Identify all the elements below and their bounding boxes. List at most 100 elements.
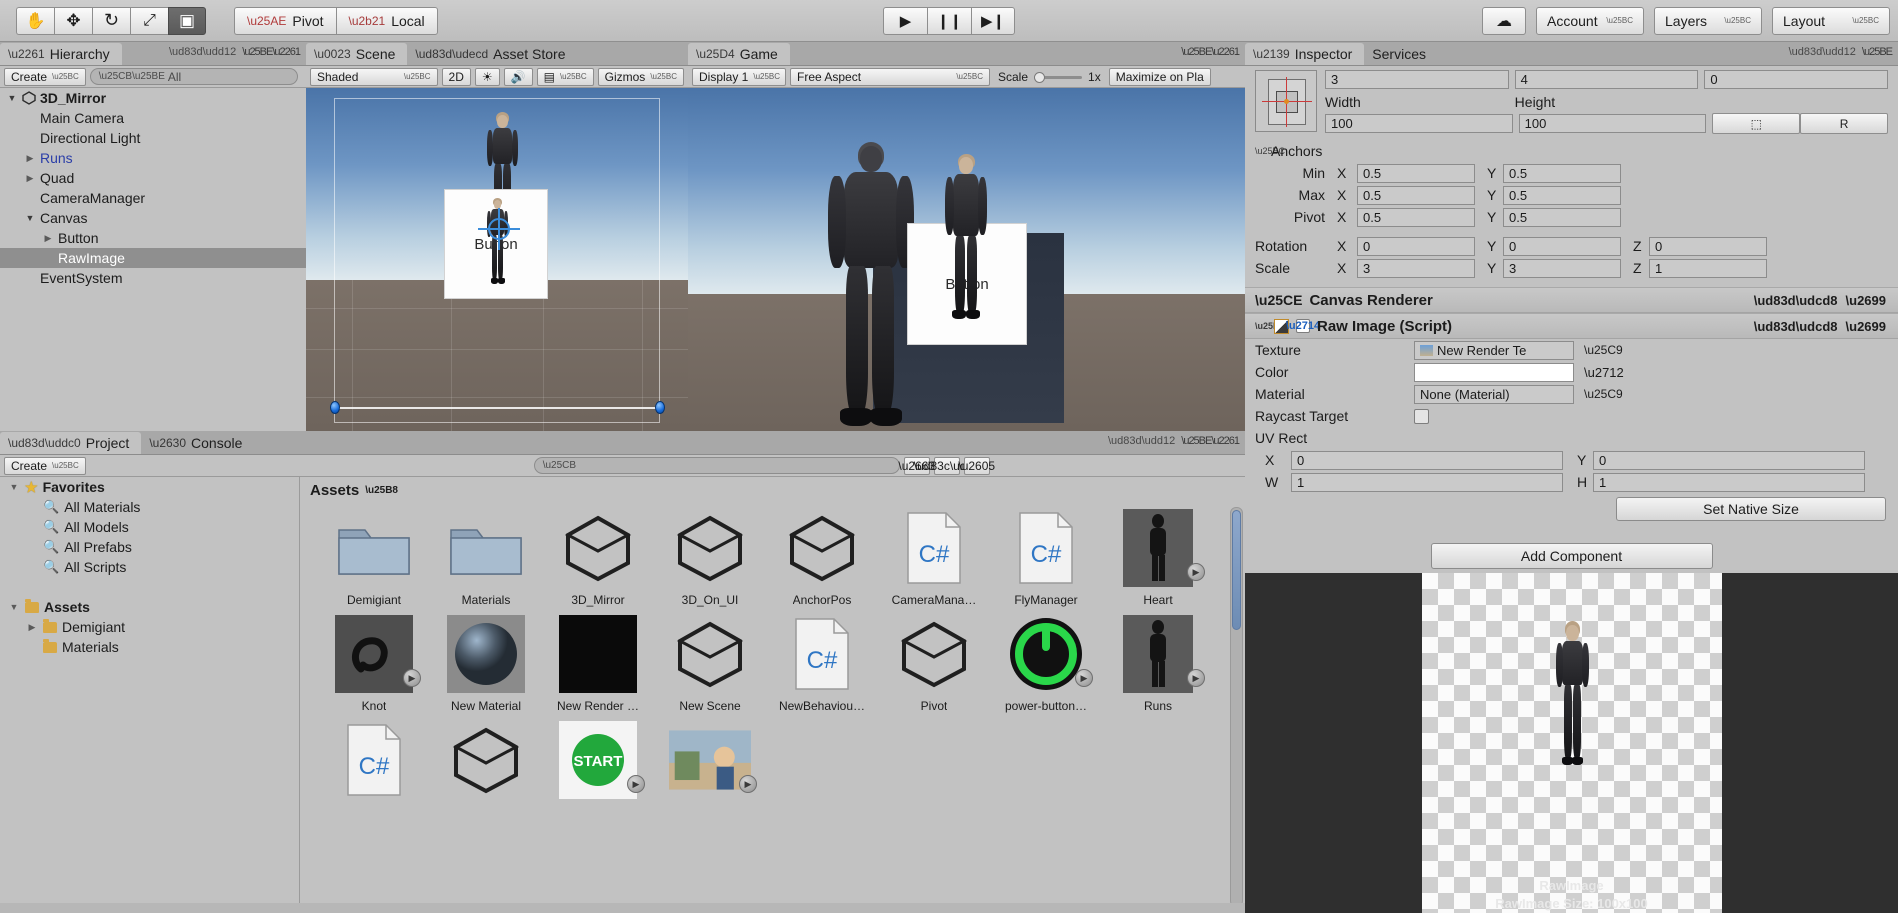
pivot-y-field[interactable]: 0.5 — [1503, 207, 1621, 227]
project-create-button[interactable]: Create \u25BC — [4, 456, 86, 475]
panel-menu-icon[interactable]: \u25BE — [1862, 46, 1893, 58]
rotation-x-field[interactable]: 0 — [1357, 236, 1475, 256]
asset-expand-icon[interactable]: ▶ — [1187, 669, 1205, 687]
hierarchy-item-cameramanager[interactable]: CameraManager — [0, 188, 306, 208]
hierarchy-search-input[interactable]: \u25CB\u25BE All — [89, 68, 298, 85]
tab-asset-store[interactable]: \ud83d\udecd Asset Store — [407, 43, 578, 65]
asset-item[interactable]: Pivot — [878, 613, 990, 713]
hierarchy-item-directional-light[interactable]: Directional Light — [0, 128, 306, 148]
hierarchy-item-button[interactable]: ▶ Button — [0, 228, 306, 248]
raw-image-header[interactable]: \u25BC \u2714 Raw Image (Script) \ud83d\… — [1245, 313, 1898, 339]
favorites-filter-button[interactable]: \u2605 — [958, 456, 995, 475]
foldout-icon[interactable]: \u25BC — [1255, 321, 1286, 331]
eyedropper-icon[interactable]: \u2712 — [1584, 365, 1624, 380]
panel-menu-icon[interactable]: \u25BE\u2261 — [242, 46, 301, 58]
project-search-input[interactable]: \u25CB — [533, 457, 900, 474]
scene-gizmos-dropdown[interactable]: Gizmos \u25BC — [597, 67, 684, 86]
pos-z-field[interactable]: 0 — [1704, 70, 1889, 89]
tab-inspector[interactable]: \u2139 Inspector — [1245, 43, 1365, 65]
scene-fx-dropdown[interactable]: ▤ \u25BC — [536, 67, 594, 86]
width-field[interactable]: 100 — [1325, 114, 1513, 133]
assets-grid[interactable]: Demigiant Materials 3D_Mirror 3D_On_UI Ancho… — [300, 503, 1227, 913]
scene-audio-toggle[interactable]: 🔊 — [503, 67, 533, 86]
toggle-2d-button[interactable]: 2D — [441, 67, 471, 86]
step-button[interactable]: ▶❙ — [971, 6, 1015, 35]
foldout-open-icon[interactable]: ▼ — [8, 482, 20, 492]
foldout-closed-icon[interactable]: ▶ — [24, 153, 36, 164]
asset-item[interactable]: C# CameraMana… — [878, 507, 990, 607]
foldout-closed-icon[interactable]: ▶ — [26, 622, 38, 633]
asset-item[interactable]: 3D_On_UI — [654, 507, 766, 607]
selection-handle-right[interactable] — [655, 401, 665, 414]
hierarchy-item-quad[interactable]: ▶ Quad — [0, 168, 306, 188]
local-toggle-button[interactable]: \u2b21 Local — [335, 6, 438, 35]
raw-edit-mode-button[interactable]: R — [1800, 113, 1889, 134]
gear-icon[interactable]: \u2699 — [1846, 319, 1886, 334]
game-viewport[interactable]: Button — [688, 88, 1245, 431]
asset-expand-icon[interactable]: ▶ — [403, 669, 421, 687]
scale-z-field[interactable]: 1 — [1649, 258, 1767, 278]
add-component-button[interactable]: Add Component — [1430, 543, 1713, 569]
asset-item[interactable]: 3D_Mirror — [542, 507, 654, 607]
scene-viewport[interactable]: Button — [306, 88, 688, 431]
project-browser-pane[interactable]: Assets \u25B8 Demigiant Materials 3D_Mirro… — [300, 477, 1245, 913]
object-picker-icon[interactable]: \u25C9 — [1584, 343, 1623, 357]
uv-w-field[interactable]: 1 — [1291, 472, 1563, 492]
set-native-size-button[interactable]: Set Native Size — [1616, 497, 1886, 521]
project-tree-pane[interactable]: ▼ ★ Favorites 🔍 All Materials 🔍 All Models 🔍 All… — [0, 477, 300, 913]
anchor-preset-widget[interactable] — [1255, 70, 1317, 132]
anchors-foldout[interactable]: \u25BC Anchors — [1245, 140, 1898, 162]
lock-icon[interactable]: \ud83d\udd12 — [1789, 46, 1856, 58]
anchor-min-x-field[interactable]: 0.5 — [1357, 163, 1475, 183]
hierarchy-item-runs[interactable]: ▶ Runs — [0, 148, 306, 168]
play-button[interactable]: ▶ — [883, 6, 927, 35]
maximize-on-play-toggle[interactable]: Maximize on Pla — [1108, 67, 1211, 86]
scale-slider[interactable] — [1034, 71, 1083, 83]
cloud-button[interactable]: ☁ — [1482, 6, 1526, 35]
pause-button[interactable]: ❙❙ — [927, 6, 971, 35]
raw-image-enabled-checkbox[interactable]: \u2714 — [1286, 319, 1320, 333]
anchor-min-y-field[interactable]: 0.5 — [1503, 163, 1621, 183]
shading-mode-dropdown[interactable]: Shaded \u25BC — [310, 67, 438, 86]
pivot-toggle-button[interactable]: \u25AE Pivot — [234, 6, 336, 35]
rotate-tool-button[interactable]: ↻ — [92, 6, 130, 35]
asset-item[interactable]: ▶ Runs — [1102, 613, 1214, 713]
move-tool-button[interactable]: ✥ — [54, 6, 92, 35]
project-tree-item-all-materials[interactable]: 🔍 All Materials — [0, 497, 299, 517]
hierarchy-item-eventsystem[interactable]: EventSystem — [0, 268, 306, 288]
anchor-max-x-field[interactable]: 0.5 — [1357, 185, 1475, 205]
height-field[interactable]: 100 — [1518, 114, 1707, 133]
scene-lighting-toggle[interactable]: ☀ — [474, 67, 500, 86]
lock-icon[interactable]: \ud83d\udd12 — [1108, 435, 1175, 447]
help-icon[interactable]: \ud83d\udcd8 — [1754, 319, 1838, 334]
asset-expand-icon[interactable]: ▶ — [627, 775, 645, 793]
foldout-open-icon[interactable]: ▼ — [8, 602, 20, 612]
raycast-target-checkbox[interactable] — [1414, 408, 1429, 424]
gear-icon[interactable]: \u2699 — [1846, 293, 1886, 308]
project-tree-item-all-scripts[interactable]: 🔍 All Scripts — [0, 557, 299, 577]
canvas-renderer-header[interactable]: \u25CE Canvas Renderer \ud83d\udcd8 \u26… — [1245, 287, 1898, 313]
foldout-closed-icon[interactable]: ▶ — [42, 233, 54, 244]
scale-y-field[interactable]: 3 — [1503, 258, 1621, 278]
project-tree-item-materials[interactable]: Materials — [0, 637, 299, 657]
asset-expand-icon[interactable]: ▶ — [1187, 563, 1205, 581]
scale-x-field[interactable]: 3 — [1357, 258, 1475, 278]
tab-hierarchy[interactable]: \u2261 Hierarchy — [0, 43, 122, 65]
asset-item[interactable]: ▶ Knot — [318, 613, 430, 713]
foldout-closed-icon[interactable]: ▶ — [24, 173, 36, 184]
foldout-open-icon[interactable]: ▼ — [24, 213, 36, 223]
object-picker-icon[interactable]: \u25C9 — [1584, 387, 1623, 401]
pos-x-field[interactable]: 3 — [1325, 70, 1509, 89]
asset-item[interactable]: C# NewBehaviou… — [766, 613, 878, 713]
foldout-open-icon[interactable]: ▼ — [6, 93, 18, 103]
project-tree-item-all-models[interactable]: 🔍 All Models — [0, 517, 299, 537]
aspect-dropdown[interactable]: Free Aspect \u25BC — [790, 67, 990, 86]
tab-game[interactable]: \u25D4 Game — [688, 43, 790, 65]
rotation-z-field[interactable]: 0 — [1649, 236, 1767, 256]
lock-icon[interactable]: \ud83d\udd12 — [169, 46, 236, 58]
uv-x-field[interactable]: 0 — [1291, 450, 1563, 470]
project-scrollbar[interactable] — [1230, 507, 1243, 907]
help-icon[interactable]: \ud83d\udcd8 — [1754, 293, 1838, 308]
asset-item[interactable]: ▶ power-button… — [990, 613, 1102, 713]
rect-tool-button[interactable]: ▣ — [168, 6, 206, 35]
